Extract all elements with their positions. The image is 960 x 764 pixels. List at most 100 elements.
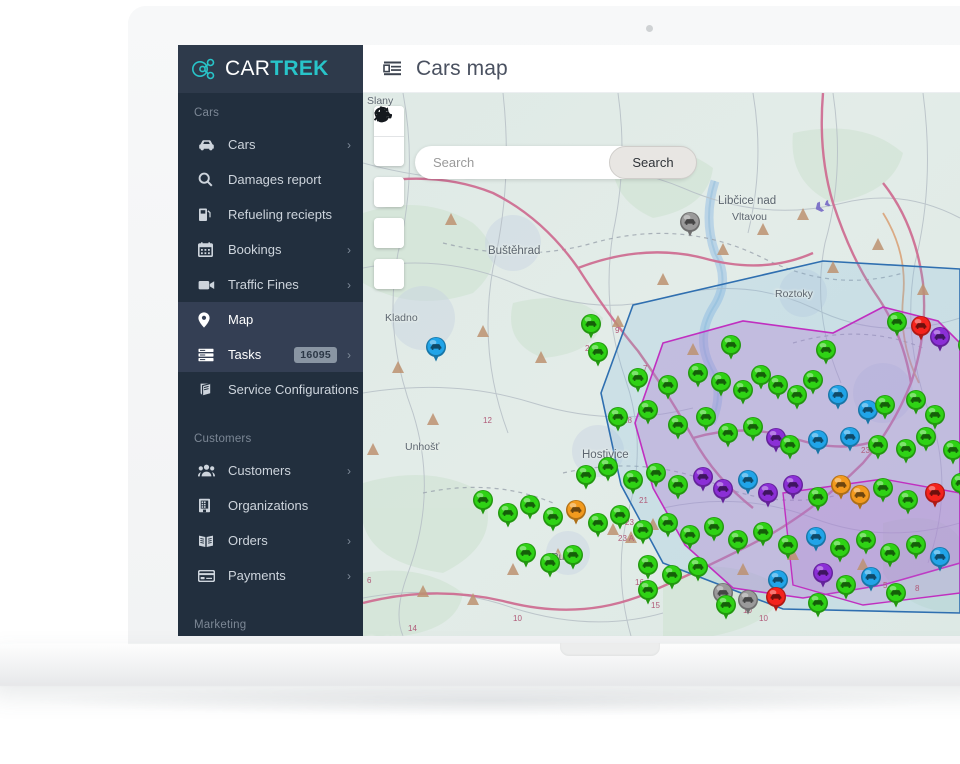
search-button[interactable]: Search xyxy=(609,146,697,179)
sidebar-item-map[interactable]: Map xyxy=(178,302,363,337)
sidebar-item-orders[interactable]: Orders › xyxy=(178,523,363,558)
vehicle-marker[interactable] xyxy=(497,502,519,528)
vehicle-marker[interactable] xyxy=(727,529,749,555)
vehicle-marker[interactable] xyxy=(622,469,644,495)
sidebar-item-payments[interactable]: Payments › xyxy=(178,558,363,593)
vehicle-marker[interactable] xyxy=(587,512,609,538)
search-input[interactable] xyxy=(415,155,609,170)
sidebar-item-service-configurations[interactable]: Service Configurations xyxy=(178,372,363,407)
sidebar-nav[interactable]: Cars Cars › Damages report Refueling reciept… xyxy=(178,93,363,636)
vehicle-marker[interactable] xyxy=(752,521,774,547)
vehicle-marker[interactable] xyxy=(637,554,659,580)
vehicle-marker[interactable] xyxy=(895,438,917,464)
sidebar-item-refueling-reciepts[interactable]: Refueling reciepts xyxy=(178,197,363,232)
vehicle-marker[interactable] xyxy=(637,579,659,605)
vehicle-marker[interactable] xyxy=(565,499,587,525)
sidebar-item-tasks[interactable]: Tasks 16095 › xyxy=(178,337,363,372)
sidebar-item-bookings[interactable]: Bookings › xyxy=(178,232,363,267)
vehicle-marker[interactable] xyxy=(812,562,834,588)
vehicle-marker[interactable] xyxy=(657,374,679,400)
vehicle-marker[interactable] xyxy=(929,326,951,352)
brand-logo-area[interactable]: CARTREK xyxy=(178,45,363,93)
vehicle-marker[interactable] xyxy=(802,369,824,395)
vehicle-marker[interactable] xyxy=(777,534,799,560)
vehicle-marker[interactable] xyxy=(667,414,689,440)
vehicle-marker[interactable] xyxy=(742,416,764,442)
vehicle-marker[interactable] xyxy=(587,341,609,367)
vehicle-marker[interactable] xyxy=(855,529,877,555)
vehicle-marker[interactable] xyxy=(703,516,725,542)
vehicle-marker[interactable] xyxy=(425,336,447,362)
sidebar-item-customers[interactable]: Customers › xyxy=(178,453,363,488)
vehicle-marker[interactable] xyxy=(597,456,619,482)
heatmap-button[interactable] xyxy=(374,106,404,248)
zoom-out-button[interactable] xyxy=(374,112,404,166)
vehicle-marker[interactable] xyxy=(661,564,683,590)
vehicle-marker[interactable] xyxy=(950,472,960,498)
vehicle-marker[interactable] xyxy=(687,362,709,388)
vehicle-marker[interactable] xyxy=(695,406,717,432)
vehicle-marker[interactable] xyxy=(874,394,896,420)
vehicle-marker[interactable] xyxy=(924,482,946,508)
vehicle-marker[interactable] xyxy=(807,592,829,618)
vehicle-marker[interactable] xyxy=(867,434,889,460)
vehicle-marker[interactable] xyxy=(805,526,827,552)
vehicle-marker[interactable] xyxy=(539,552,561,578)
vehicle-marker[interactable] xyxy=(562,544,584,570)
sidebar-item-traffic-fines[interactable]: Traffic Fines › xyxy=(178,267,363,302)
vehicle-marker[interactable] xyxy=(849,484,871,510)
vehicle-marker[interactable] xyxy=(782,474,804,500)
vehicle-marker[interactable] xyxy=(860,566,882,592)
vehicle-marker[interactable] xyxy=(632,519,654,545)
sidebar-item-damages-report[interactable]: Damages report xyxy=(178,162,363,197)
vehicle-marker[interactable] xyxy=(710,371,732,397)
vehicle-marker[interactable] xyxy=(692,466,714,492)
vehicle-marker[interactable] xyxy=(519,494,541,520)
vehicle-marker[interactable] xyxy=(915,426,937,452)
vehicle-marker[interactable] xyxy=(827,384,849,410)
vehicle-marker[interactable] xyxy=(779,434,801,460)
vehicle-marker[interactable] xyxy=(667,474,689,500)
vehicle-marker[interactable] xyxy=(815,339,837,365)
vehicle-marker[interactable] xyxy=(872,477,894,503)
vehicle-marker[interactable] xyxy=(679,211,701,237)
vehicle-marker[interactable] xyxy=(807,486,829,512)
vehicle-marker[interactable] xyxy=(807,429,829,455)
vehicle-marker[interactable] xyxy=(835,574,857,600)
refresh-button[interactable] xyxy=(374,106,404,207)
vehicle-marker[interactable] xyxy=(657,512,679,538)
vehicle-marker[interactable] xyxy=(885,582,907,608)
vehicle-marker[interactable] xyxy=(879,542,901,568)
vehicle-marker[interactable] xyxy=(765,586,787,612)
vehicle-marker[interactable] xyxy=(897,489,919,515)
vehicle-marker[interactable] xyxy=(627,367,649,393)
vehicle-marker[interactable] xyxy=(645,462,667,488)
vehicle-marker[interactable] xyxy=(679,524,701,550)
vehicle-marker[interactable] xyxy=(472,489,494,515)
vehicle-marker[interactable] xyxy=(609,504,631,530)
vehicle-marker[interactable] xyxy=(929,546,951,572)
find-car-button[interactable] xyxy=(374,107,404,289)
vehicle-marker[interactable] xyxy=(829,537,851,563)
vehicle-marker[interactable] xyxy=(542,506,564,532)
vehicle-marker[interactable] xyxy=(717,422,739,448)
vehicle-marker[interactable] xyxy=(720,334,742,360)
vehicle-marker[interactable] xyxy=(737,469,759,495)
vehicle-marker[interactable] xyxy=(637,399,659,425)
vehicle-marker[interactable] xyxy=(687,556,709,582)
vehicle-marker[interactable] xyxy=(905,534,927,560)
vehicle-marker[interactable] xyxy=(942,439,960,465)
vehicle-marker[interactable] xyxy=(580,313,602,339)
sidebar-item-organizations[interactable]: Organizations xyxy=(178,488,363,523)
list-indent-icon[interactable] xyxy=(383,60,403,78)
vehicle-marker[interactable] xyxy=(757,482,779,508)
vehicle-marker[interactable] xyxy=(839,426,861,452)
vehicle-marker[interactable] xyxy=(715,594,737,620)
vehicle-marker[interactable] xyxy=(515,542,537,568)
vehicle-marker[interactable] xyxy=(712,478,734,504)
map-canvas[interactable]: 2 9 7 5 28 23 23 A 21 19 16 16 15 10 10 … xyxy=(363,93,960,636)
vehicle-marker[interactable] xyxy=(575,464,597,490)
vehicle-marker[interactable] xyxy=(607,406,629,432)
vehicle-marker[interactable] xyxy=(737,589,759,615)
sidebar-item-cars[interactable]: Cars › xyxy=(178,127,363,162)
